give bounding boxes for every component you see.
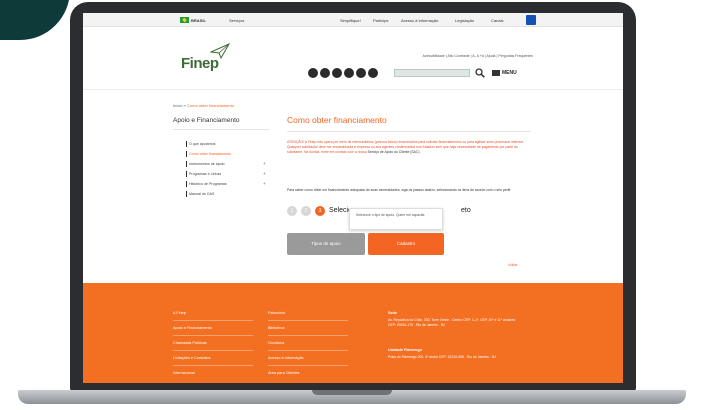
step-2-button[interactable]: 2 (301, 206, 311, 216)
expand-plus-icon[interactable]: + (263, 181, 266, 186)
sidebar-item-marker (186, 141, 187, 147)
sidebar-item-marker (186, 191, 187, 197)
sidebar-title: Apoio e Financiamento (173, 117, 240, 124)
search-icon[interactable] (475, 68, 485, 78)
sidebar-item-marker (186, 171, 187, 177)
expand-plus-icon[interactable]: + (263, 171, 266, 176)
page-title: Como obter financiamento (287, 115, 387, 125)
footer-link[interactable]: Biblioteca (268, 326, 284, 330)
sidebar-item-historico[interactable]: Histórico de Programas (189, 182, 227, 186)
gov-link-participe[interactable]: Participe (373, 18, 389, 23)
paper-plane-logo-icon (210, 43, 230, 59)
gov-link-canais[interactable]: Canais (491, 18, 503, 23)
step-1-button[interactable]: 1 (287, 206, 297, 216)
brazil-flag-icon (180, 17, 189, 23)
expand-plus-icon[interactable]: + (263, 161, 266, 166)
accessibility-links[interactable]: Acessibilidade | Alto Contraste | A- A +… (422, 54, 533, 58)
footer-divider (268, 320, 348, 321)
footer-link[interactable]: Ouvidoria (268, 341, 284, 345)
footer-link[interactable]: Chamadas Públicas (173, 341, 207, 345)
site-header (83, 28, 623, 90)
title-divider (287, 131, 531, 132)
flickr-icon[interactable] (344, 68, 354, 78)
facebook-icon[interactable] (308, 68, 318, 78)
gov-link-simplifique[interactable]: Simplifique! (340, 18, 361, 23)
gov-brasil-link[interactable]: BRASIL (191, 18, 206, 23)
footer-link[interactable]: A Finep (173, 311, 186, 315)
footer-divider (173, 335, 253, 336)
sidebar-item-o-que-apoiamos[interactable]: O que apoiamos (189, 142, 215, 146)
laptop-notch (312, 390, 392, 395)
warning-text: ATENÇÃO! A Finep não opera por meio de i… (287, 140, 530, 155)
sidebar-item-marker (186, 151, 187, 157)
gov-bar: BRASIL Serviços Simplifique! Participe A… (83, 13, 623, 27)
footer-divider (268, 350, 348, 351)
footer-divider (173, 365, 253, 366)
breadcrumb-home[interactable]: Início (173, 103, 183, 108)
gov-link-acesso[interactable]: Acesso à informação (401, 18, 438, 23)
footer-link[interactable]: Área para Clientes (268, 371, 299, 375)
footer-unit-title: Unidade Flamengo (388, 348, 422, 352)
step-3-button[interactable]: 3 (315, 206, 325, 216)
footer-link[interactable]: Patrocínio (268, 311, 285, 315)
laptop-screen: BRASIL Serviços Simplifique! Participe A… (83, 13, 623, 383)
sidebar-item-programas[interactable]: Programas e Linhas (189, 172, 221, 176)
footer-divider (173, 320, 253, 321)
linkedin-icon[interactable] (356, 68, 366, 78)
footer-divider (268, 365, 348, 366)
footer-link[interactable]: Licitações e Contratos (173, 356, 211, 360)
footer-unit-address: Praia do Flamengo 200, 3º andar CEP: 222… (388, 355, 496, 359)
menu-button[interactable]: MENU (502, 70, 517, 76)
breadcrumb: Início » Como obter financiamento (173, 103, 234, 108)
sidebar-item-instrumentos[interactable]: Instrumentos de apoio (189, 162, 225, 166)
instagram-icon[interactable] (368, 68, 378, 78)
footer-sede-title: Sede (388, 311, 398, 315)
gov-link-legislacao[interactable]: Legislação (455, 18, 474, 23)
sidebar-item-marker (186, 161, 187, 167)
footer-divider (268, 335, 348, 336)
footer-link[interactable]: Apoio e Financiamento (173, 326, 212, 330)
step-instruction-end: eto (461, 207, 471, 214)
footer-link[interactable]: Acesso à Informação (268, 356, 304, 360)
step-tooltip: Selecione o tipo de apoio. Quem me capac… (349, 208, 443, 230)
footer-divider (173, 350, 253, 351)
sidebar-item-manual[interactable]: Manual do OAS (189, 192, 214, 196)
search-input[interactable] (394, 69, 470, 77)
gov-servicos-link[interactable]: Serviços (229, 18, 244, 23)
tipos-de-apoio-button[interactable]: Tipos de apoio (287, 233, 365, 255)
intro-text: Para saber como obter um financiamento a… (287, 188, 512, 192)
sidebar-item-marker (186, 181, 187, 187)
photo-stage: BRASIL Serviços Simplifique! Participe A… (0, 0, 704, 410)
sac-link[interactable]: Serviço de Apoio ao Cliente (SAC). (368, 150, 421, 154)
sidebar-item-como-obter[interactable]: Como obter financiamento (189, 152, 231, 156)
site-footer: A Finep Apoio e Financiamento Chamadas P… (83, 283, 623, 383)
corner-decoration (0, 0, 70, 40)
twitter-icon[interactable] (320, 68, 330, 78)
footer-link[interactable]: Internacional (173, 371, 195, 375)
youtube-icon[interactable] (332, 68, 342, 78)
sidebar-divider (173, 129, 269, 130)
hamburger-menu-icon[interactable] (492, 70, 500, 76)
back-link[interactable]: Voltar (508, 263, 518, 267)
cadastro-button[interactable]: Cadastro (368, 233, 444, 255)
gov-canais-icon[interactable] (526, 15, 536, 25)
breadcrumb-current: Como obter financiamento (187, 103, 234, 108)
footer-sede-address: Av. República do Chile, 330, Torre Oeste… (388, 318, 516, 327)
